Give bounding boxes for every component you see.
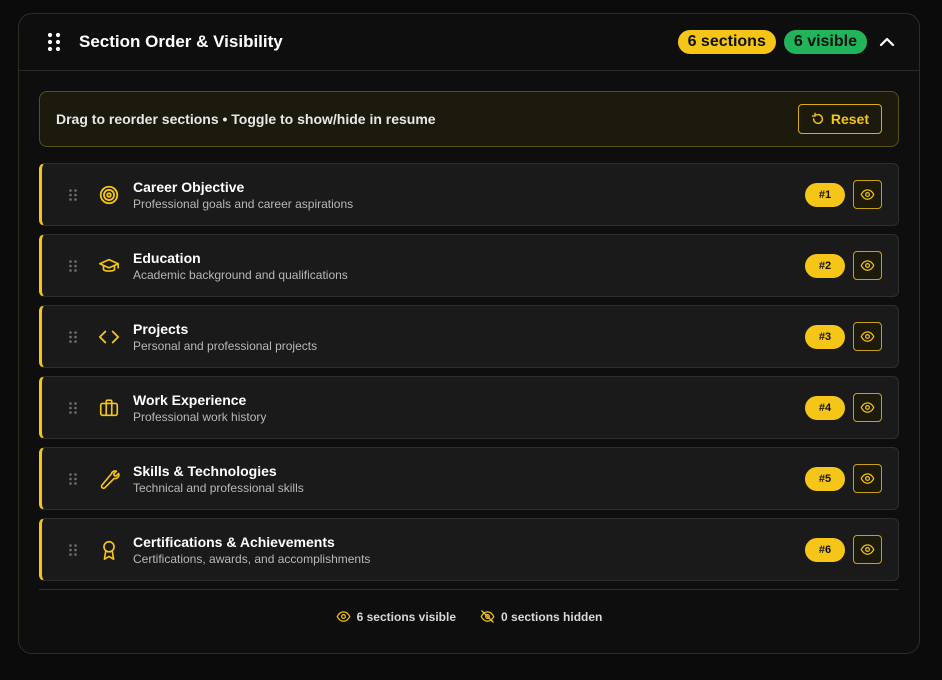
graduation-cap-icon <box>98 255 120 277</box>
section-list: Career Objective Professional goals and … <box>39 163 899 581</box>
section-description: Technical and professional skills <box>133 480 304 495</box>
reset-label: Reset <box>830 111 869 127</box>
chevron-up-icon[interactable] <box>877 32 897 52</box>
panel-header: Section Order & Visibility 6 sections 6 … <box>19 14 919 71</box>
row-controls: #1 <box>805 180 882 209</box>
section-text: Projects Personal and professional proje… <box>133 320 317 354</box>
order-badge: #1 <box>805 182 845 207</box>
section-row-skills[interactable]: Skills & Technologies Technical and prof… <box>39 447 899 510</box>
section-text: Certifications & Achievements Certificat… <box>133 533 370 567</box>
visibility-toggle-button[interactable] <box>853 251 882 280</box>
section-description: Professional work history <box>133 409 267 424</box>
section-title: Education <box>133 249 201 266</box>
briefcase-icon <box>98 397 120 419</box>
rotate-ccw-icon <box>811 112 823 125</box>
section-title: Skills & Technologies <box>133 462 277 479</box>
target-icon <box>98 184 120 206</box>
section-description: Professional goals and career aspiration… <box>133 196 354 211</box>
section-text: Skills & Technologies Technical and prof… <box>133 462 304 496</box>
drag-handle-icon[interactable] <box>66 472 80 486</box>
hidden-summary: 0 sections hidden <box>480 609 602 624</box>
section-title: Career Objective <box>133 178 245 195</box>
section-description: Academic background and qualifications <box>133 267 348 282</box>
visibility-toggle-button[interactable] <box>853 322 882 351</box>
grip-icon[interactable] <box>43 31 65 53</box>
panel-title: Section Order & Visibility <box>79 32 283 51</box>
eye-icon <box>860 189 875 200</box>
visibility-toggle-button[interactable] <box>853 464 882 493</box>
code-icon <box>98 326 120 348</box>
section-row-education[interactable]: Education Academic background and qualif… <box>39 234 899 297</box>
visible-count-badge: 6 visible <box>783 30 867 54</box>
info-bar: Drag to reorder sections • Toggle to sho… <box>39 91 899 147</box>
visibility-toggle-button[interactable] <box>853 180 882 209</box>
eye-icon <box>860 402 875 413</box>
section-title: Projects <box>133 320 189 337</box>
section-text: Education Academic background and qualif… <box>133 249 348 283</box>
drag-handle-icon[interactable] <box>66 330 80 344</box>
info-text: Drag to reorder sections • Toggle to sho… <box>56 111 436 127</box>
drag-handle-icon[interactable] <box>66 543 80 557</box>
section-row-certifications[interactable]: Certifications & Achievements Certificat… <box>39 518 899 581</box>
row-controls: #6 <box>805 535 882 564</box>
drag-handle-icon[interactable] <box>66 188 80 202</box>
header-badges: 6 sections 6 visible <box>677 30 897 54</box>
section-text: Career Objective Professional goals and … <box>133 178 353 212</box>
section-description: Personal and professional projects <box>133 338 318 353</box>
visibility-toggle-button[interactable] <box>853 393 882 422</box>
drag-handle-icon[interactable] <box>66 259 80 273</box>
wrench-icon <box>98 468 120 490</box>
order-badge: #4 <box>805 395 845 420</box>
section-description: Certifications, awards, and accomplishme… <box>133 551 371 566</box>
reset-button[interactable]: Reset <box>797 104 882 134</box>
section-row-work-experience[interactable]: Work Experience Professional work histor… <box>39 376 899 439</box>
order-badge: #3 <box>805 324 845 349</box>
section-title: Certifications & Achievements <box>133 533 335 550</box>
section-row-career-objective[interactable]: Career Objective Professional goals and … <box>39 163 899 226</box>
visibility-toggle-button[interactable] <box>853 535 882 564</box>
visible-summary: 6 sections visible <box>336 609 456 624</box>
drag-handle-icon[interactable] <box>66 401 80 415</box>
eye-icon <box>336 611 351 622</box>
visible-summary-text: 6 sections visible <box>356 609 457 624</box>
visibility-summary: 6 sections visible 0 sections hidden <box>39 589 899 643</box>
sections-count-badge: 6 sections <box>677 30 776 54</box>
order-badge: #2 <box>805 253 845 278</box>
eye-icon <box>860 260 875 271</box>
section-row-projects[interactable]: Projects Personal and professional proje… <box>39 305 899 368</box>
order-badge: #5 <box>805 466 845 491</box>
hidden-summary-text: 0 sections hidden <box>501 609 603 624</box>
order-badge: #6 <box>805 537 845 562</box>
section-text: Work Experience Professional work histor… <box>133 391 266 425</box>
row-controls: #2 <box>805 251 882 280</box>
section-title: Work Experience <box>133 391 247 408</box>
section-order-panel: Section Order & Visibility 6 sections 6 … <box>18 13 920 654</box>
eye-icon <box>860 544 875 555</box>
panel-body: Drag to reorder sections • Toggle to sho… <box>19 71 919 643</box>
row-controls: #3 <box>805 322 882 351</box>
eye-icon <box>860 473 875 484</box>
award-icon <box>98 539 120 561</box>
row-controls: #4 <box>805 393 882 422</box>
eye-icon <box>860 331 875 342</box>
eye-off-icon <box>480 610 495 623</box>
row-controls: #5 <box>805 464 882 493</box>
